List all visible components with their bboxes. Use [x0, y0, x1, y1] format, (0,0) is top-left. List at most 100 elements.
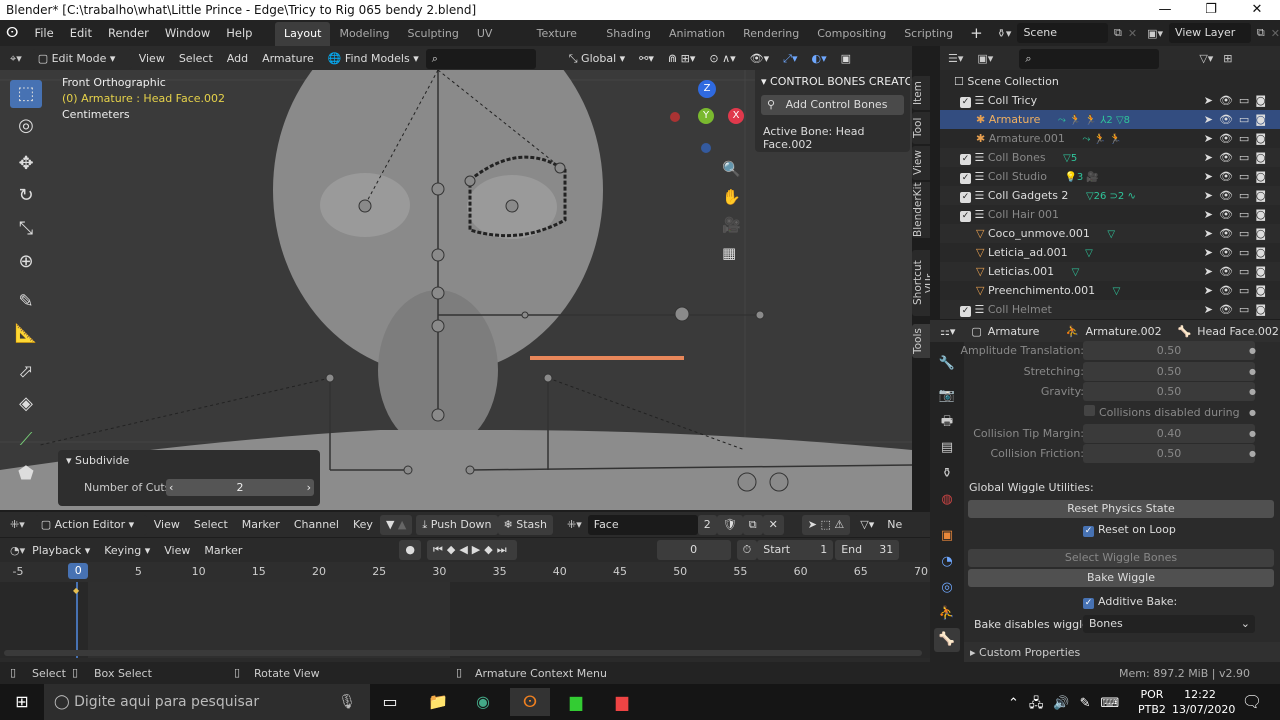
collection-checkbox[interactable]: ✓ [960, 154, 971, 165]
gizmo-neg-z[interactable] [701, 143, 711, 153]
clock[interactable]: 12:22 13/07/2020 [1172, 687, 1235, 717]
tool-tab-icon[interactable]: 🔧 [934, 352, 960, 376]
collection-checkbox[interactable]: ✓ [960, 192, 971, 203]
maximize-button[interactable]: ❐ [1188, 0, 1234, 20]
menu-window[interactable]: Window [157, 20, 218, 46]
gizmo-z-axis[interactable]: Z [698, 80, 716, 98]
physics-tab-icon[interactable]: ◎ [934, 576, 960, 600]
collisions-checkbox[interactable] [1084, 405, 1095, 416]
panel-header[interactable]: ▾ CONTROL BONES CREATO [755, 70, 910, 93]
3d-viewport[interactable]: Front Orthographic (0) Armature : Head F… [0, 70, 912, 510]
workspace-tab-compositing[interactable]: Compositing [808, 22, 895, 46]
overlay-icon[interactable]: ◐▾ [805, 46, 834, 71]
npanel-tab-tool[interactable]: Tool [912, 112, 930, 144]
xray-icon[interactable]: ▣ [834, 46, 858, 71]
outliner-row[interactable]: ✱ Armature.001 ⤳ 🏃 🏃 ➤👁▭◙ [940, 129, 1280, 148]
action-users-count[interactable]: 2 [697, 514, 717, 535]
visibility-toggles[interactable]: ➤👁▭◙ [1204, 186, 1272, 205]
properties-editor-type-icon[interactable]: ⚏▾ [940, 325, 955, 338]
scene-tab-icon[interactable]: ⚱ [934, 462, 960, 486]
close-button[interactable]: ✕ [1234, 0, 1280, 20]
measure-tool-icon[interactable]: 📐 [10, 320, 42, 348]
orientation-dropdown[interactable]: ⤡ Global ▾ [562, 46, 632, 71]
gizmo-x-axis[interactable]: X [728, 108, 744, 124]
world-tab-icon[interactable]: ◍ [934, 488, 960, 512]
visibility-toggles[interactable]: ➤👁▭◙ [1204, 224, 1272, 243]
action-browse-icon[interactable]: ⁜▾ [567, 518, 582, 531]
system-tray-icons[interactable]: ⌃🖧🔊✎⌨ [1008, 694, 1129, 716]
copy-scene-icon[interactable]: ⧉ [1114, 26, 1122, 40]
stretching-field[interactable]: 0.50 [1083, 362, 1255, 381]
camtasia-green-icon[interactable]: ▆ [556, 688, 596, 716]
workspace-tab-rendering[interactable]: Rendering [734, 22, 808, 46]
reset-physics-state-button[interactable]: Reset Physics State [968, 500, 1274, 518]
outliner-row[interactable]: ✓ ☰ Coll Bones ▽5 ➤👁▭◙ [940, 148, 1280, 167]
filter-icon-ae[interactable]: ▽▾ [854, 514, 881, 535]
preview-range-icon[interactable]: ⏱ [736, 540, 758, 560]
collection-checkbox[interactable]: ✓ [960, 211, 971, 222]
ae-menu-key[interactable]: Key [346, 512, 380, 537]
roll-tool-icon[interactable]: ◈ [10, 390, 42, 418]
bake-wiggle-button[interactable]: Bake Wiggle [968, 569, 1274, 587]
workspace-tab-layout[interactable]: Layout [275, 22, 331, 46]
stash-button[interactable]: ❄ Stash [497, 514, 553, 535]
outliner-row[interactable]: ✓ ☰ Coll Gadgets 2 ▽26 ⊃2 ∿ ➤👁▭◙ [940, 186, 1280, 205]
task-view-icon[interactable]: ▭ [370, 688, 410, 716]
notifications-icon[interactable]: 🗨 [1232, 688, 1272, 716]
visibility-toggles[interactable]: ➤👁▭◙ [1204, 300, 1272, 319]
ortho-toggle-icon[interactable]: ▦ [722, 244, 736, 262]
npanel-tab-view[interactable]: View [912, 146, 930, 180]
action-editor-mode-dropdown[interactable]: ▢ Action Editor ▾ [34, 514, 147, 535]
find-models-search[interactable]: ⌕ [425, 48, 536, 69]
taskbar-search[interactable]: ◯ Digite aqui para pesquisar 🎙 [44, 684, 370, 720]
menu-edit[interactable]: Edit [62, 20, 100, 46]
file-explorer-icon[interactable]: 📁 [418, 688, 458, 716]
custom-properties-panel[interactable]: ▸ Custom Properties [964, 642, 1280, 663]
scene-field[interactable]: Scene [1017, 23, 1109, 43]
collection-checkbox[interactable]: ✓ [960, 173, 971, 184]
additive-bake-checkbox[interactable]: ✓ Additive Bake: [1083, 595, 1177, 609]
select-box-tool-icon[interactable]: ⬚ [10, 80, 42, 108]
timeline-scrollbar[interactable] [4, 650, 922, 656]
mode-dropdown[interactable]: ▢ Edit Mode ▾ [31, 48, 132, 69]
pan-view-icon[interactable]: ✋ [722, 188, 741, 206]
npanel-tab-item[interactable]: Item [912, 76, 930, 110]
menu-select[interactable]: Select [172, 46, 220, 71]
delete-scene-icon[interactable]: ✕ [1128, 27, 1137, 40]
scene-collection-row[interactable]: ☐ Scene Collection [940, 72, 1280, 91]
outliner-row[interactable]: ▽ Leticias.001 ▽ ➤👁▭◙ [940, 262, 1280, 281]
action-name-field[interactable]: Face [587, 514, 698, 535]
visibility-toggles[interactable]: ➤👁▭◙ [1204, 281, 1272, 300]
outliner-editor-type-icon[interactable]: ☰▾ [948, 52, 963, 65]
add-control-bones-button[interactable]: ⚲ Add Control Bones [761, 95, 904, 115]
menu-playback[interactable]: Playback ▾ [25, 538, 97, 563]
workspace-tab-animation[interactable]: Animation [660, 22, 734, 46]
view-layer-icon[interactable]: ▣▾ [1147, 27, 1163, 40]
area-divider[interactable] [930, 46, 940, 318]
ae-menu-channel[interactable]: Channel [287, 512, 346, 537]
breadcrumb-bone[interactable]: Head Face.002 [1197, 325, 1279, 338]
dopesheet-editor-type-icon[interactable]: ⁜▾ [10, 518, 25, 531]
visibility-toggles[interactable]: ➤👁▭◙ [1204, 91, 1272, 110]
push-down-button[interactable]: ⤓ Push Down [416, 514, 498, 535]
extrude-tool-icon[interactable]: ⬀ [10, 358, 42, 386]
blender-logo-icon[interactable]: ⵙ [6, 25, 18, 41]
render-tab-icon[interactable]: 📷 [934, 384, 960, 408]
filter-icon[interactable]: ▽▾ [1199, 52, 1213, 65]
blender-taskbar-icon[interactable]: ⵙ [510, 688, 550, 716]
object-tab-icon[interactable]: ▣ [934, 524, 960, 548]
menu-timeline-view[interactable]: View [157, 538, 197, 563]
timeline[interactable]: ◔▾ Playback ▾ Keying ▾ View Marker ● ⏮◆◀… [0, 538, 930, 662]
menu-keying[interactable]: Keying ▾ [97, 538, 157, 563]
workspace-tab-shading[interactable]: Shading [597, 22, 660, 46]
duplicate-action-icon[interactable]: ⧉ [742, 514, 763, 535]
add-workspace-button[interactable]: + [962, 20, 991, 46]
outliner-search[interactable]: ⌕ [1019, 48, 1160, 69]
snap-icon[interactable]: ⋒ ⊞▾ [661, 46, 702, 71]
zoom-view-icon[interactable]: 🔍 [722, 160, 741, 178]
breadcrumb-object[interactable]: Armature [988, 325, 1056, 338]
visibility-toggles[interactable]: ➤👁▭◙ [1204, 129, 1272, 148]
chrome-icon[interactable]: ◉ [463, 688, 503, 716]
current-frame-field[interactable]: 0 [656, 540, 731, 560]
playback-controls[interactable]: ⏮◆◀▶◆⏭ [426, 540, 517, 560]
